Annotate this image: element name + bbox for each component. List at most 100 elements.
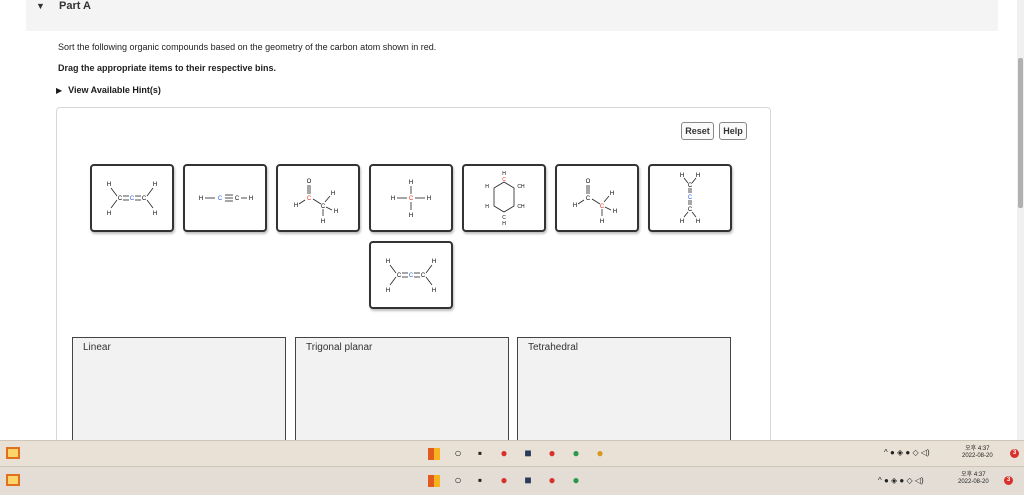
draggable-tile-allene[interactable]: H H C C C H H: [90, 164, 174, 232]
atom-label: H: [427, 196, 431, 202]
part-header[interactable]: ▼ Part A: [26, 0, 998, 31]
bin-label: Tetrahedral: [528, 342, 579, 353]
clock-date: 2022-08-20: [958, 479, 989, 485]
highlight-carbon: C: [409, 273, 414, 279]
app-icon-red[interactable]: ●: [498, 474, 510, 486]
help-button[interactable]: Help: [719, 122, 747, 140]
part-title: Part A: [59, 0, 91, 12]
highlight-carbon: C: [409, 196, 414, 202]
atom-label: C: [235, 196, 240, 202]
reset-button[interactable]: Reset: [681, 122, 714, 140]
allene-vertical-structure: H H C C C H H: [680, 173, 700, 225]
task-view-icon[interactable]: ▪: [474, 447, 486, 459]
cyclohexane-structure: H C CH CH H H C H: [485, 171, 525, 227]
atom-label: O: [586, 179, 591, 185]
atom-label: C: [421, 273, 426, 279]
store-icon[interactable]: ■: [522, 474, 534, 486]
atom-label: O: [307, 179, 312, 185]
atom-label: H: [153, 211, 157, 217]
atom-label: C: [688, 183, 693, 189]
atom-label: C: [586, 196, 591, 202]
view-hints-label: View Available Hint(s): [68, 85, 161, 95]
clock-time: 오후 4:37: [965, 446, 990, 452]
atom-label: H: [485, 204, 489, 210]
app-icon-red[interactable]: ●: [498, 447, 510, 459]
atom-label: H: [696, 173, 700, 179]
atom-label: H: [613, 209, 617, 215]
clock-time: 오후 4:37: [961, 472, 986, 478]
chrome-icon[interactable]: ●: [570, 447, 582, 459]
app-icon-red-2[interactable]: ●: [546, 447, 558, 459]
taskbar: ○ ▪ ● ■ ● ● ● ^ ● ◈ ● ◇ ◁) 오후 4:37 2022-…: [0, 440, 1024, 466]
highlight-carbon: C: [600, 204, 605, 210]
atom-label: H: [432, 259, 436, 265]
chrome-icon[interactable]: ●: [570, 474, 582, 486]
notification-badge-icon[interactable]: 3: [1004, 476, 1013, 485]
notification-badge-icon[interactable]: 3: [1010, 449, 1019, 458]
bin-linear[interactable]: Linear: [72, 337, 286, 446]
atom-label: H: [680, 219, 684, 225]
draggable-tile-cyclohexane[interactable]: H C CH CH H H C H: [462, 164, 546, 232]
page-scrollbar[interactable]: [1017, 0, 1024, 440]
atom-label: H: [294, 203, 298, 209]
atom-label: H: [107, 211, 111, 217]
atom-label: C: [142, 196, 147, 202]
atom-label: C: [118, 196, 123, 202]
atom-label: H: [409, 180, 413, 186]
bin-label: Linear: [83, 342, 111, 353]
atom-label: C: [321, 204, 326, 210]
taskbar-secondary: ○ ▪ ● ■ ● ● ^ ● ◈ ● ◇ ◁) 오후 4:37 2022-08…: [0, 466, 1024, 495]
draggable-tile-allene-vertical[interactable]: H H C C C H H: [648, 164, 732, 232]
draggable-tile-methane[interactable]: H C H H H: [369, 164, 453, 232]
collapse-arrow-icon[interactable]: ▼: [36, 1, 45, 11]
atom-label: H: [153, 182, 157, 188]
highlight-carbon: C: [502, 177, 506, 183]
atom-label: H: [321, 219, 325, 225]
atom-label: H: [610, 191, 614, 197]
system-clock[interactable]: 오후 4:37 2022-08-20: [958, 472, 989, 486]
triangle-right-icon: ▶: [56, 86, 63, 95]
draggable-tile-acetylene[interactable]: H C C H: [183, 164, 267, 232]
atom-label: H: [502, 221, 506, 227]
view-hints-link[interactable]: ▶ View Available Hint(s): [56, 85, 161, 95]
atom-label: H: [199, 196, 203, 202]
atom-label: H: [331, 191, 335, 197]
start-icon[interactable]: [6, 474, 20, 486]
instruction-text: Sort the following organic compounds bas…: [58, 42, 437, 52]
atom-label: C: [688, 207, 693, 213]
app-icon-red-2[interactable]: ●: [546, 474, 558, 486]
clock-date: 2022-08-20: [962, 453, 993, 459]
windows-app-icon[interactable]: [428, 448, 440, 460]
draggable-tile-acetaldehyde-carbonyl[interactable]: O C H C H H H: [276, 164, 360, 232]
windows-app-icon[interactable]: [428, 475, 440, 487]
start-icon[interactable]: [6, 447, 20, 459]
highlight-carbon: C: [688, 195, 693, 201]
atom-label: H: [696, 219, 700, 225]
bin-trigonal-planar[interactable]: Trigonal planar: [295, 337, 509, 446]
draggable-tile-acetaldehyde-methyl[interactable]: O C H C H H H: [555, 164, 639, 232]
search-icon[interactable]: ○: [452, 447, 464, 459]
draggable-tile-allene-2[interactable]: H H C C C H H: [369, 241, 453, 309]
bin-tetrahedral[interactable]: Tetrahedral: [517, 337, 731, 446]
acetaldehyde-structure: O C H C H H H: [294, 179, 338, 225]
atom-label: H: [391, 196, 395, 202]
acetaldehyde-methyl-structure: O C H C H H H: [573, 179, 617, 225]
acetylene-structure: H C C H: [199, 194, 253, 202]
highlight-carbon: C: [307, 196, 312, 202]
drag-drop-workspace: Reset Help H H C C C H H H C C H O C H C…: [56, 107, 771, 447]
tray-icons[interactable]: ^ ● ◈ ● ◇ ◁): [884, 448, 930, 457]
atom-label: H: [600, 219, 604, 225]
system-clock[interactable]: 오후 4:37 2022-08-20: [962, 446, 993, 460]
allene-structure-2: H H C C C H H: [386, 259, 436, 294]
task-view-icon[interactable]: ▪: [474, 474, 486, 486]
atom-label: H: [334, 209, 338, 215]
highlight-carbon: C: [130, 196, 135, 202]
allene-structure: H H C C C H H: [107, 182, 157, 217]
bin-label: Trigonal planar: [306, 342, 373, 353]
tray-icons[interactable]: ^ ● ◈ ● ◇ ◁): [878, 476, 924, 485]
highlight-carbon: C: [218, 196, 223, 202]
app-icon-gold[interactable]: ●: [594, 447, 606, 459]
scrollbar-thumb[interactable]: [1018, 58, 1023, 208]
search-icon[interactable]: ○: [452, 474, 464, 486]
store-icon[interactable]: ■: [522, 447, 534, 459]
